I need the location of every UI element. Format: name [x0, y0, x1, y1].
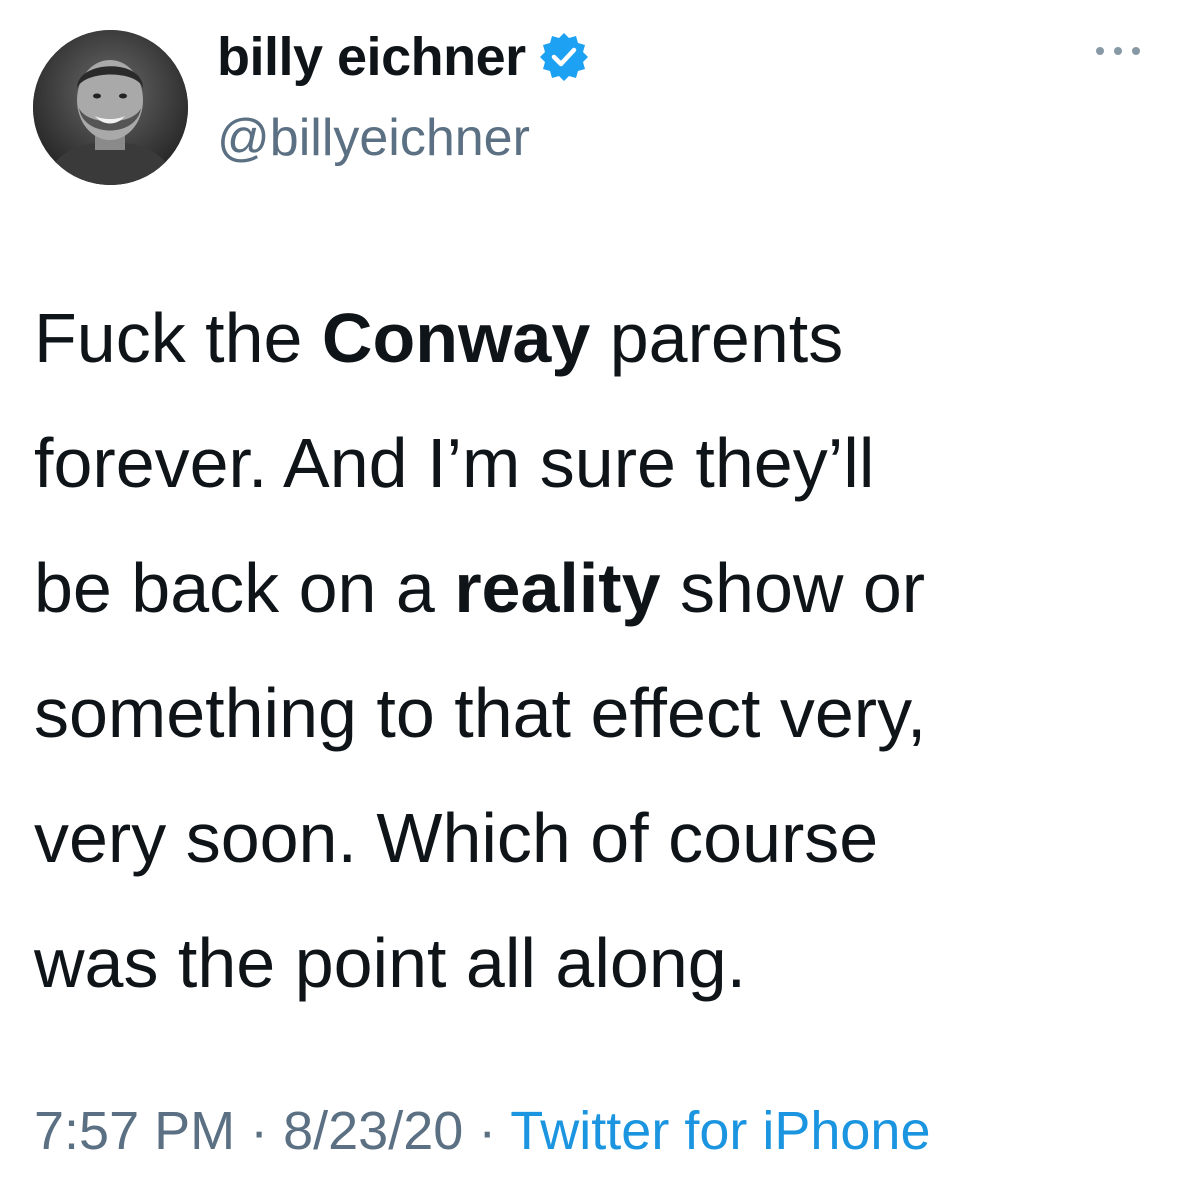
tweet-line: something to that effect very,: [34, 674, 927, 752]
more-dots-icon[interactable]: [1096, 44, 1140, 58]
display-name[interactable]: billy eichner: [217, 22, 526, 92]
tweet-line: Fuck the Conway parents: [34, 299, 844, 377]
tweet-meta: 7:57 PM · 8/23/20 · Twitter for iPhone: [34, 1096, 930, 1166]
tweet-time[interactable]: 7:57 PM: [34, 1101, 235, 1161]
separator: ·: [463, 1101, 511, 1161]
tweet-line: was the point all along.: [34, 924, 747, 1002]
author-name-row[interactable]: billy eichner: [217, 22, 590, 92]
tweet-card: billy eichner @billyeichner Fuck the Con…: [0, 0, 1200, 1200]
tweet-date[interactable]: 8/23/20: [283, 1101, 463, 1161]
tweet-line: be back on a reality show or: [34, 549, 926, 627]
author-handle[interactable]: @billyeichner: [217, 104, 530, 172]
tweet-line: very soon. Which of course: [34, 799, 879, 877]
verified-badge-icon: [538, 31, 590, 83]
separator: ·: [235, 1101, 284, 1161]
tweet-source-link[interactable]: Twitter for iPhone: [510, 1101, 930, 1161]
avatar[interactable]: [33, 30, 188, 185]
tweet-line: forever. And I’m sure they’ll: [34, 424, 875, 502]
profile-photo: [33, 30, 188, 185]
tweet-text: Fuck the Conway parents forever. And I’m…: [34, 276, 1174, 1026]
